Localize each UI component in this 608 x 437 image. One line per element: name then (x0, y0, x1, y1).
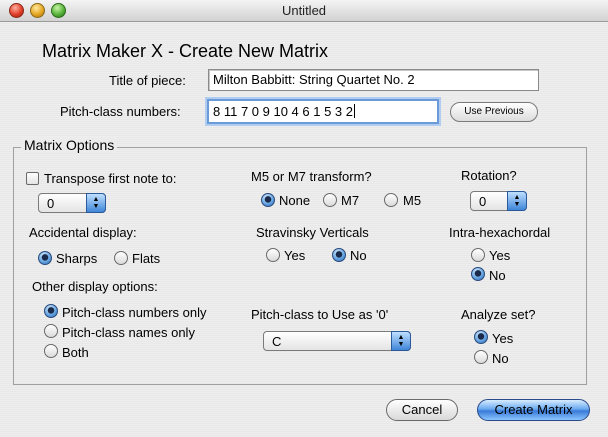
title-of-piece-input[interactable]: Milton Babbitt: String Quartet No. 2 (208, 69, 539, 91)
page-heading: Matrix Maker X - Create New Matrix (42, 41, 329, 61)
intra-hexachordal-label: Intra-hexachordal (449, 225, 551, 240)
m5m7-m7-radio[interactable] (323, 193, 337, 207)
m5m7-none-radio[interactable] (261, 193, 275, 207)
display-both-label: Both (62, 345, 89, 360)
m5-m7-label: M5 or M7 transform? (251, 169, 372, 184)
accidental-display-label: Accidental display: (29, 225, 137, 240)
m5m7-m5-radio[interactable] (384, 193, 398, 207)
analyze-no-label: No (492, 351, 509, 366)
intra-no-radio[interactable] (471, 267, 485, 281)
stravinsky-no-label: No (350, 248, 367, 263)
pc-zero-value: C (272, 334, 282, 349)
m5m7-none-label: None (279, 193, 311, 208)
pc-zero-label: Pitch-class to Use as '0' (251, 307, 389, 322)
stravinsky-label: Stravinsky Verticals (256, 225, 369, 240)
popup-arrows-icon: ▲ ▼ (507, 191, 527, 211)
stravinsky-yes-label: Yes (284, 248, 306, 263)
pc-zero-popup[interactable]: C ▲ ▼ (263, 331, 411, 351)
popup-arrows-icon: ▲ ▼ (86, 193, 106, 213)
cancel-button[interactable]: Cancel (386, 399, 458, 421)
transpose-popup[interactable]: 0 ▲ ▼ (38, 193, 106, 213)
intra-yes-label: Yes (489, 248, 511, 263)
title-bar: Untitled (0, 0, 608, 22)
popup-arrows-icon: ▲ ▼ (391, 331, 411, 351)
display-both-radio[interactable] (44, 344, 58, 358)
create-matrix-button[interactable]: Create Matrix (477, 399, 590, 421)
display-names-only-radio[interactable] (44, 324, 58, 338)
accidental-sharps-label: Sharps (56, 251, 98, 266)
window-title: Untitled (281, 3, 327, 18)
analyze-yes-radio[interactable] (474, 330, 488, 344)
stravinsky-no-radio[interactable] (332, 248, 346, 262)
transpose-value: 0 (47, 196, 55, 211)
rotation-value: 0 (479, 194, 487, 209)
accidental-sharps-radio[interactable] (38, 251, 52, 265)
m5m7-m5-label: M5 (403, 193, 422, 208)
other-display-label: Other display options: (32, 279, 158, 294)
pitch-class-numbers-label: Pitch-class numbers: (60, 104, 181, 119)
transpose-checkbox[interactable] (26, 172, 39, 185)
accidental-flats-label: Flats (132, 251, 161, 266)
display-names-only-label: Pitch-class names only (62, 325, 195, 340)
intra-no-label: No (489, 268, 506, 283)
pitch-class-numbers-input[interactable]: 8 11 7 0 9 10 4 6 1 5 3 2 (207, 99, 439, 124)
matrix-options-legend: Matrix Options (21, 137, 118, 153)
use-previous-button[interactable]: Use Previous (450, 102, 538, 122)
accidental-flats-radio[interactable] (114, 251, 128, 265)
intra-yes-radio[interactable] (471, 248, 485, 262)
rotation-popup[interactable]: 0 ▲ ▼ (470, 191, 527, 211)
text-caret (354, 104, 355, 118)
analyze-yes-label: Yes (492, 331, 514, 346)
rotation-label: Rotation? (461, 168, 517, 183)
transpose-label: Transpose first note to: (44, 171, 177, 186)
analyze-no-radio[interactable] (474, 350, 488, 364)
m5m7-m7-label: M7 (341, 193, 360, 208)
analyze-set-label: Analyze set? (461, 307, 536, 322)
display-numbers-only-radio[interactable] (44, 304, 58, 318)
stravinsky-yes-radio[interactable] (266, 248, 280, 262)
title-of-piece-label: Title of piece: (109, 73, 186, 88)
display-numbers-only-label: Pitch-class numbers only (62, 305, 207, 320)
